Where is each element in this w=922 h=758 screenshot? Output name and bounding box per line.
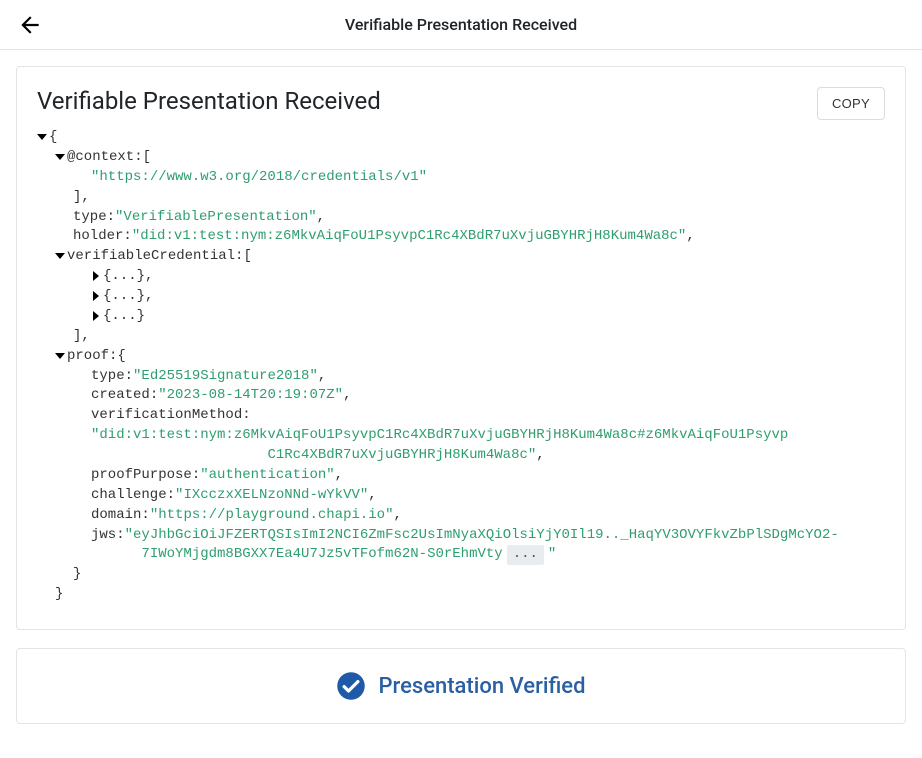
- vc-item-1[interactable]: {...}: [103, 287, 145, 307]
- toggle-vc-0[interactable]: [93, 271, 99, 281]
- root-close-brace: }: [55, 585, 63, 605]
- proof-open-brace: {: [117, 347, 125, 367]
- context-value-0: "https://www.w3.org/2018/credentials/v1": [91, 168, 427, 188]
- key-holder: holder: [73, 227, 123, 247]
- key-domain: domain: [91, 506, 141, 526]
- toggle-vc[interactable]: [55, 253, 65, 259]
- vc-open-bracket: [: [243, 247, 251, 267]
- key-type: type: [73, 208, 107, 228]
- value-domain: "https://playground.chapi.io": [150, 506, 394, 526]
- key-created: created: [91, 386, 150, 406]
- value-holder: "did:v1:test:nym:z6MkvAiqFoU1PsyvpC1Rc4X…: [132, 227, 687, 247]
- status-card: Presentation Verified: [16, 648, 906, 724]
- value-verification-method-line2: C1Rc4XBdR7uXvjuGBYHRjH8Kum4Wa8c": [267, 446, 536, 466]
- vc-item-2[interactable]: {...}: [103, 307, 145, 327]
- app-bar: Verifiable Presentation Received: [0, 0, 922, 50]
- context-open-bracket: [: [143, 148, 151, 168]
- card-title: Verifiable Presentation Received: [37, 87, 381, 115]
- key-proof-type: type: [91, 367, 125, 387]
- toggle-context[interactable]: [55, 154, 65, 160]
- page-title: Verifiable Presentation Received: [0, 15, 922, 34]
- vc-item-0[interactable]: {...}: [103, 267, 145, 287]
- page-body: Verifiable Presentation Received COPY { …: [0, 50, 922, 758]
- key-proof-purpose: proofPurpose: [91, 466, 192, 486]
- root-open-brace: {: [49, 128, 57, 148]
- value-proof-type: "Ed25519Signature2018": [133, 367, 318, 387]
- status-text: Presentation Verified: [378, 674, 585, 699]
- toggle-proof[interactable]: [55, 353, 65, 359]
- key-jws: jws: [91, 526, 116, 546]
- key-verifiable-credential: verifiableCredential: [67, 247, 235, 267]
- toggle-vc-1[interactable]: [93, 291, 99, 301]
- copy-button[interactable]: COPY: [817, 87, 885, 120]
- value-jws-line1: "eyJhbGciOiJFZERTQSIsImI2NCI6ZmFsc2UsImN…: [125, 526, 839, 546]
- toggle-vc-2[interactable]: [93, 311, 99, 321]
- jws-ellipsis-icon[interactable]: ...: [507, 545, 544, 565]
- context-close-bracket: ],: [73, 188, 90, 208]
- key-verification-method: verificationMethod: [91, 406, 242, 426]
- key-proof: proof: [67, 347, 109, 367]
- back-arrow-icon[interactable]: [16, 11, 44, 39]
- key-context: @context: [67, 148, 134, 168]
- value-challenge: "IXcczxXELNzoNNd-wYkVV": [175, 486, 368, 506]
- value-verification-method-line1: "did:v1:test:nym:z6MkvAiqFoU1PsyvpC1Rc4X…: [91, 426, 788, 446]
- json-viewer: { @context : [ "https://www.w3.org/2018/…: [37, 128, 885, 605]
- toggle-root[interactable]: [37, 134, 47, 140]
- proof-close-brace: }: [73, 565, 81, 585]
- key-challenge: challenge: [91, 486, 167, 506]
- value-created: "2023-08-14T20:19:07Z": [158, 386, 343, 406]
- value-proof-purpose: "authentication": [200, 466, 334, 486]
- value-jws-line2: 7IWoYMjgdm8BGXX7Ea4U7Jz5vTFofm62N-S0rEhm…: [141, 545, 502, 565]
- value-type: "VerifiablePresentation": [115, 208, 317, 228]
- vc-close-bracket: ],: [73, 327, 90, 347]
- check-circle-icon: [336, 671, 366, 701]
- presentation-card: Verifiable Presentation Received COPY { …: [16, 66, 906, 630]
